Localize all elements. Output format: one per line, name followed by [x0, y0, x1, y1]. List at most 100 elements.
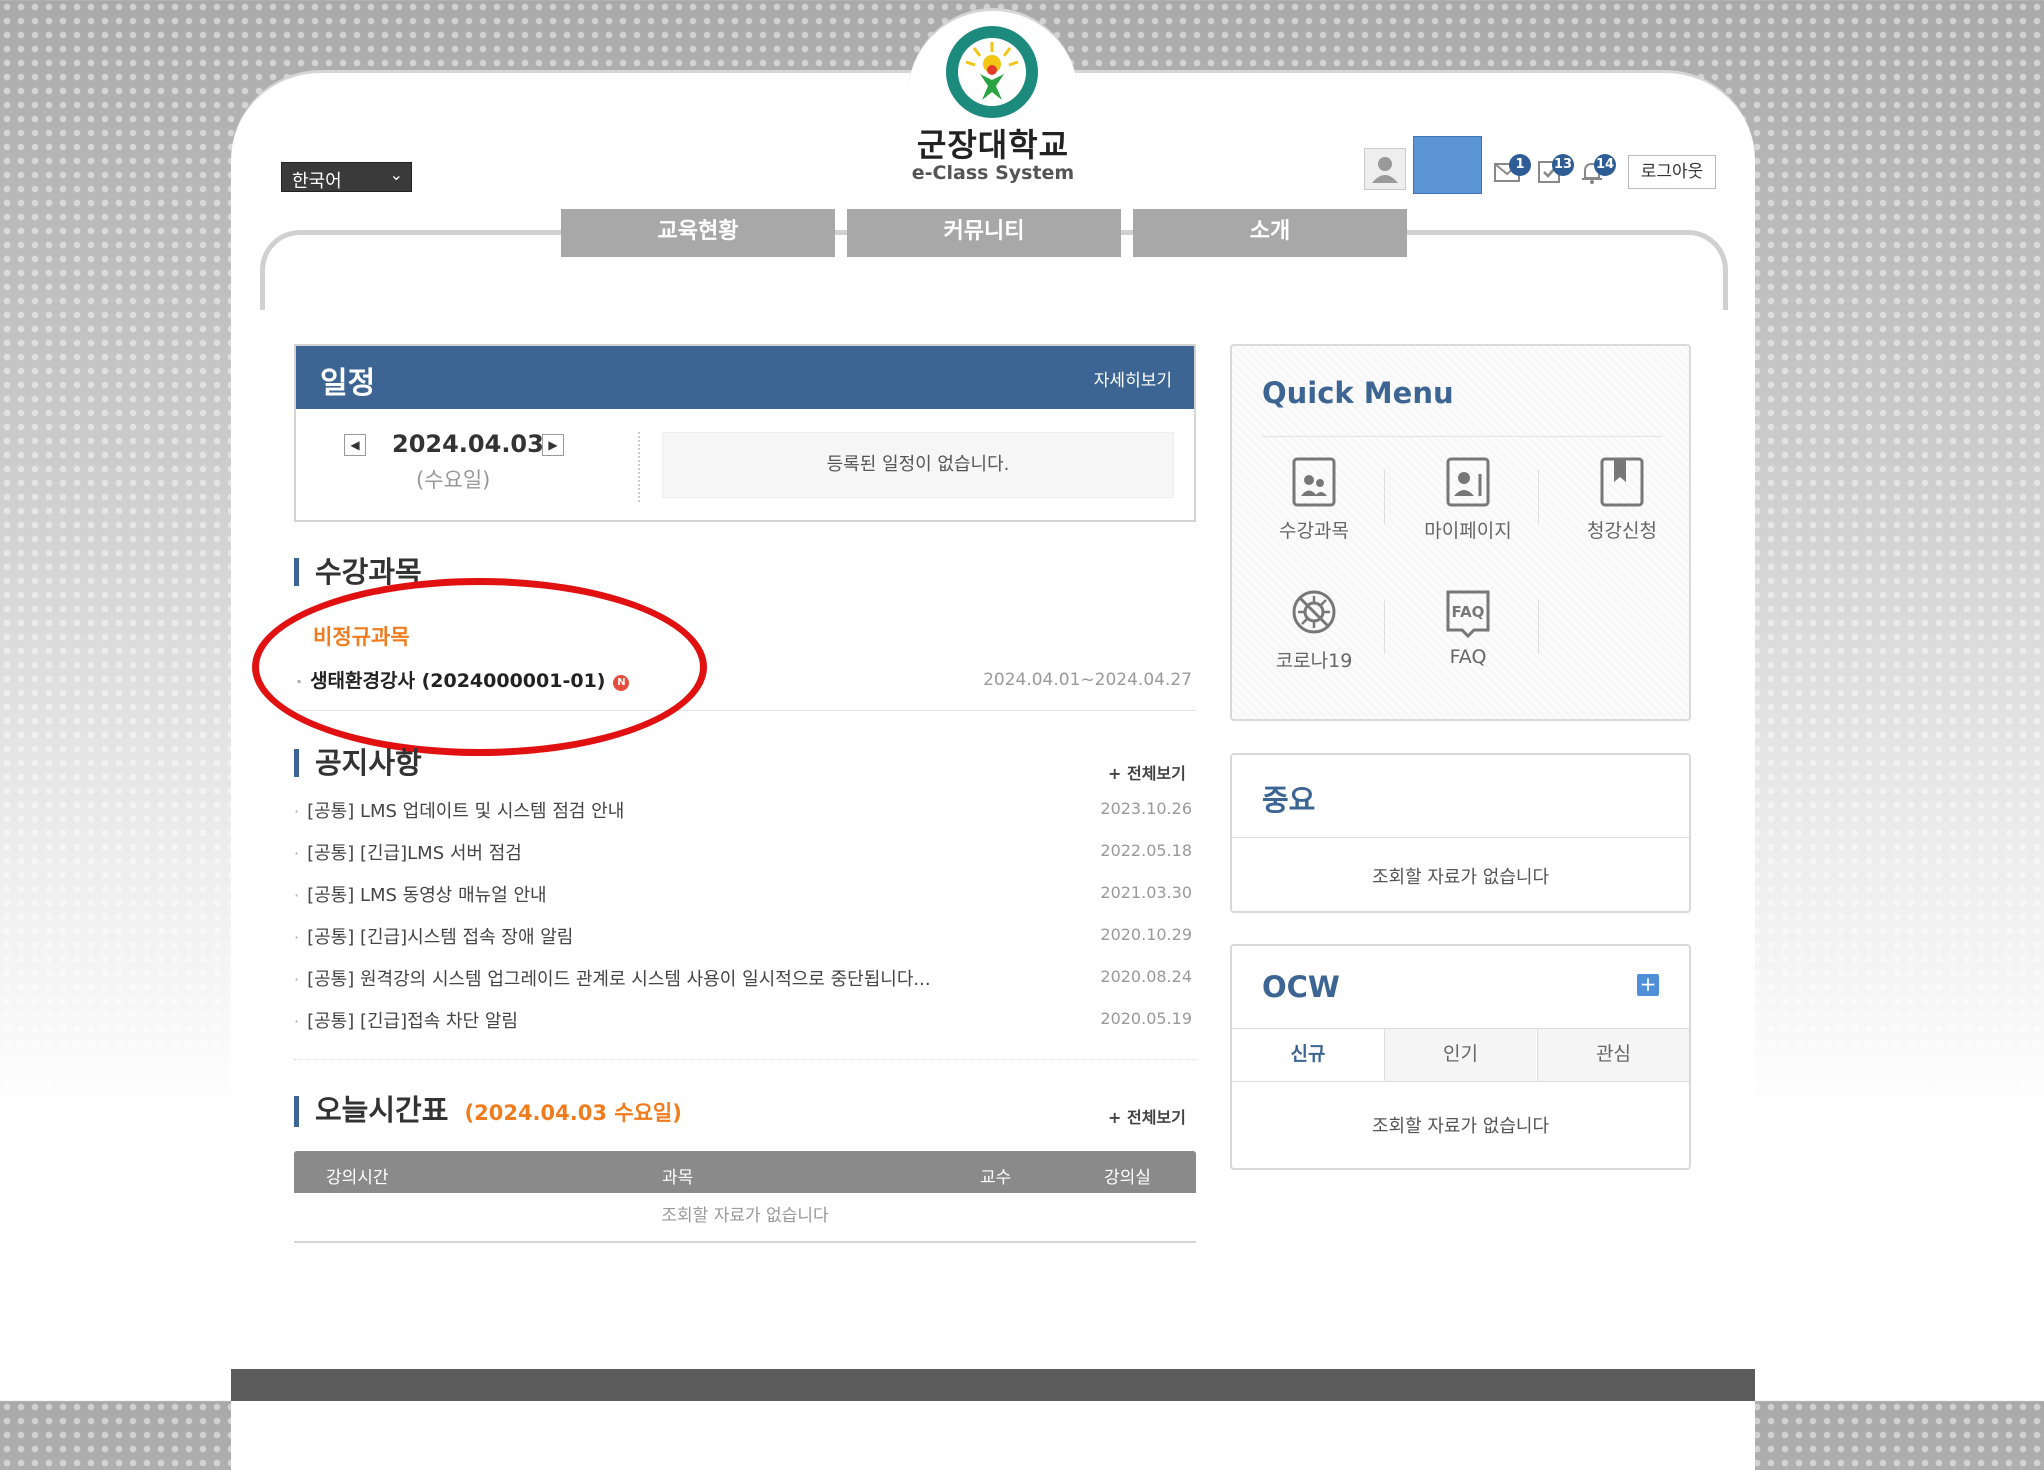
tasks-badge: 13	[1552, 154, 1575, 176]
profile-book-icon	[1446, 457, 1490, 507]
ocw-add-button[interactable]: +	[1637, 974, 1659, 996]
notice-date: 2023.10.26	[1100, 799, 1192, 818]
notice-title[interactable]: [공통] [긴급]LMS 서버 점검	[307, 843, 522, 864]
university-seal-icon[interactable]	[944, 24, 1040, 120]
logout-button[interactable]: 로그아웃	[1628, 155, 1716, 189]
tab-community[interactable]: 커뮤니티	[847, 209, 1121, 257]
important-panel: 중요 조회할 자료가 없습니다	[1230, 753, 1691, 913]
virus-icon	[1292, 590, 1336, 634]
col-time: 강의시간	[326, 1168, 389, 1188]
important-empty-message: 조회할 자료가 없습니다	[1371, 867, 1550, 888]
bookmark-book-icon	[1600, 457, 1644, 507]
notices-more-link[interactable]: + 전체보기	[1108, 760, 1186, 784]
quick-item-label: 수강과목	[1279, 520, 1349, 542]
ocw-tab-popular[interactable]: 인기	[1384, 1029, 1536, 1081]
tab-education-status[interactable]: 교육현황	[561, 209, 835, 257]
notice-date: 2020.05.19	[1100, 1009, 1192, 1028]
course-category: 비정규과목	[313, 625, 410, 649]
important-divider	[1232, 837, 1689, 838]
schedule-panel: 일정 자세히보기 ◀ ▶ 2024.04.03 (수요일) 등록된 일정이 없습…	[294, 344, 1196, 522]
course-link[interactable]: · 생태환경강사 (2024000001-01) N	[296, 666, 630, 693]
quick-item-mypage[interactable]: 마이페이지	[1398, 456, 1538, 543]
schedule-empty-message: 등록된 일정이 없습니다.	[662, 432, 1174, 498]
timetable-more-link[interactable]: + 전체보기	[1108, 1104, 1186, 1128]
timetable-date: (2024.04.03 수요일)	[464, 1101, 682, 1125]
timetable-section-title: 오늘시간표 (2024.04.03 수요일)	[294, 1096, 682, 1127]
quick-item-label: 청강신청	[1587, 520, 1657, 542]
notice-title[interactable]: [공통] [긴급]접속 차단 알림	[307, 1011, 518, 1032]
book-people-icon	[1292, 457, 1336, 507]
schedule-more-link[interactable]: 자세히보기	[1094, 366, 1172, 391]
prev-day-button[interactable]: ◀	[344, 434, 366, 456]
bullet-icon: ·	[294, 928, 300, 947]
ocw-tab-interest[interactable]: 관심	[1537, 1029, 1689, 1081]
notice-item[interactable]: · [공통] LMS 업데이트 및 시스템 점검 안내 2023.10.26	[294, 797, 1194, 827]
quick-item-audit[interactable]: 청강신청	[1552, 456, 1692, 543]
courses-section-title: 수강과목	[294, 558, 422, 587]
notices-section-title: 공지사항	[294, 749, 422, 778]
schedule-weekday: (수요일)	[416, 468, 491, 492]
quick-menu-separator	[1538, 600, 1539, 654]
notice-date: 2020.10.29	[1100, 925, 1192, 944]
quick-item-covid19[interactable]: 코로나19	[1244, 586, 1384, 673]
faq-icon-text: FAQ	[1452, 603, 1485, 621]
notice-date: 2021.03.30	[1100, 883, 1192, 902]
bullet-icon: ·	[296, 672, 303, 691]
notice-item[interactable]: · [공통] [긴급]LMS 서버 점검 2022.05.18	[294, 839, 1194, 869]
quick-menu-separator	[1384, 470, 1385, 524]
quick-menu-title: Quick Menu	[1262, 376, 1454, 410]
tab-about[interactable]: 소개	[1133, 209, 1407, 257]
ocw-tab-new[interactable]: 신규	[1232, 1029, 1384, 1081]
quick-item-courses[interactable]: 수강과목	[1244, 456, 1384, 543]
schedule-title: 일정	[320, 366, 376, 401]
bullet-icon: ·	[294, 970, 300, 989]
notice-title[interactable]: [공통] LMS 업데이트 및 시스템 점검 안내	[307, 801, 624, 822]
bullet-icon: ·	[294, 844, 300, 863]
schedule-header: 일정 자세히보기	[296, 346, 1194, 409]
university-name[interactable]: 군장대학교	[880, 120, 1106, 166]
ocw-title: OCW	[1262, 970, 1340, 1004]
avatar[interactable]	[1364, 148, 1406, 190]
ocw-panel: OCW + 신규 인기 관심 조회할 자료가 없습니다	[1230, 944, 1691, 1170]
notice-title[interactable]: [공통] LMS 동영상 매뉴얼 안내	[307, 885, 547, 906]
alarm-badge: 14	[1594, 154, 1617, 176]
notice-date: 2022.05.18	[1100, 841, 1192, 860]
user-icon	[1372, 157, 1398, 183]
quick-item-faq[interactable]: FAQ FAQ	[1398, 586, 1538, 668]
notices-divider	[294, 1059, 1196, 1060]
quick-menu-panel: Quick Menu 수강과목 마이페이지 청강신청 코로나19 FAQ FAQ	[1230, 344, 1691, 721]
col-professor: 교수	[980, 1168, 1012, 1188]
timetable-title: 오늘시간표	[315, 1093, 449, 1127]
bullet-icon: ·	[294, 1012, 300, 1031]
mail-badge: 1	[1509, 154, 1531, 176]
quick-menu-divider	[1262, 436, 1662, 437]
schedule-date: 2024.04.03	[392, 430, 544, 458]
language-select[interactable]: 한국어 ⌄	[281, 162, 412, 192]
timetable-header: 강의시간 과목 교수 강의실	[294, 1151, 1196, 1193]
quick-item-label: 마이페이지	[1424, 520, 1512, 542]
quick-menu-separator	[1538, 470, 1539, 524]
notice-item[interactable]: · [공통] [긴급]시스템 접속 장애 알림 2020.10.29	[294, 923, 1194, 953]
language-value: 한국어	[292, 171, 342, 192]
new-badge-icon: N	[613, 675, 630, 691]
notice-date: 2020.08.24	[1100, 967, 1192, 986]
col-subject: 과목	[662, 1168, 694, 1188]
course-row[interactable]: · 생태환경강사 (2024000001-01) N 2024.04.01~2024…	[296, 662, 1196, 711]
notice-item[interactable]: · [공통] 원격강의 시스템 업그레이드 관계로 시스템 사용이 일시적으로 중…	[294, 965, 1194, 995]
bullet-icon: ·	[294, 886, 300, 905]
ocw-empty-message: 조회할 자료가 없습니다	[1371, 1116, 1550, 1137]
notice-title[interactable]: [공통] 원격강의 시스템 업그레이드 관계로 시스템 사용이 일시적으로 중단…	[307, 969, 930, 990]
profile-photo[interactable]	[1413, 136, 1482, 194]
quick-item-label: FAQ	[1449, 646, 1487, 668]
timetable-empty-message: 조회할 자료가 없습니다	[294, 1193, 1196, 1243]
faq-icon: FAQ	[1446, 590, 1490, 638]
course-name: 생태환경강사 (2024000001-01)	[310, 670, 606, 692]
notice-title[interactable]: [공통] [긴급]시스템 접속 장애 알림	[307, 927, 573, 948]
chevron-down-icon: ⌄	[389, 165, 403, 184]
important-title: 중요	[1262, 783, 1316, 817]
ocw-tabs: 신규 인기 관심	[1232, 1028, 1689, 1082]
next-day-button[interactable]: ▶	[542, 434, 564, 456]
notice-item[interactable]: · [공통] LMS 동영상 매뉴얼 안내 2021.03.30	[294, 881, 1194, 911]
quick-item-label: 코로나19	[1275, 650, 1353, 672]
notice-item[interactable]: · [공통] [긴급]접속 차단 알림 2020.05.19	[294, 1007, 1194, 1037]
